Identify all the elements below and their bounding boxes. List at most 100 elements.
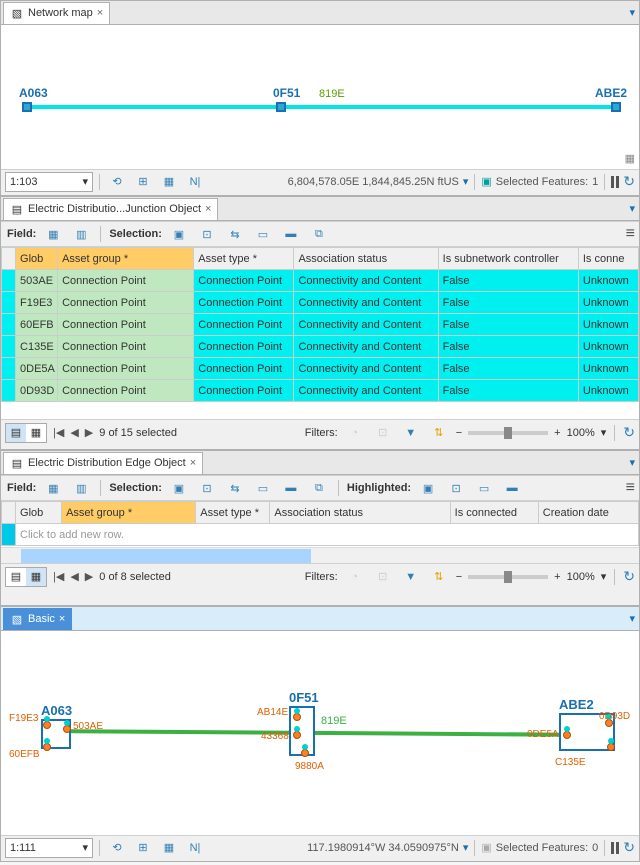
edge-line[interactable]	[55, 729, 585, 737]
col-asset-group[interactable]: Asset group *	[62, 502, 196, 524]
clear-icon[interactable]: ▭	[252, 224, 274, 244]
map1-canvas[interactable]: A063 0F51 819E ABE2 ▦	[1, 25, 639, 169]
calc-field-icon[interactable]: ▥	[70, 478, 92, 498]
col-asset-group[interactable]: Asset group *	[58, 248, 194, 270]
switch-icon[interactable]: ⇆	[224, 478, 246, 498]
refresh-icon[interactable]: ↻	[623, 173, 635, 190]
delete-icon[interactable]: ▬	[280, 478, 302, 498]
chevron-down-icon[interactable]: ▾	[629, 6, 635, 19]
hl-icon[interactable]: ▭	[473, 478, 495, 498]
pause-icon[interactable]	[611, 842, 619, 854]
pause-icon[interactable]	[611, 176, 619, 188]
junction-point[interactable]	[301, 749, 309, 757]
tab-edge[interactable]: ▤ Electric Distribution Edge Object ×	[3, 452, 203, 474]
clear-icon[interactable]: ▭	[252, 478, 274, 498]
refresh-icon[interactable]: ↻	[623, 839, 635, 856]
show-selected-icon[interactable]: ▦	[26, 568, 46, 586]
table-row[interactable]: C135EConnection PointConnection PointCon…	[2, 336, 639, 358]
junction-point[interactable]	[607, 743, 615, 751]
chevron-down-icon[interactable]: ▾	[629, 612, 635, 625]
select-by-attr-icon[interactable]: ▣	[168, 224, 190, 244]
snap-icon[interactable]: ▦	[158, 172, 180, 192]
hl-icon[interactable]: ▬	[501, 478, 523, 498]
grid-icon[interactable]: ⊞	[132, 838, 154, 858]
chevron-down-icon[interactable]: ▾	[463, 841, 469, 854]
chevron-down-icon[interactable]: ▾	[601, 426, 607, 439]
chevron-down-icon[interactable]: ▾	[82, 175, 88, 188]
show-selected-icon[interactable]: ▦	[26, 424, 46, 442]
close-icon[interactable]: ×	[205, 203, 211, 215]
table2-grid[interactable]: Glob Asset group * Asset type * Associat…	[1, 501, 639, 547]
map2-canvas[interactable]: 819E A0630F51ABE2F19E3503AE60EFBAB14E433…	[1, 631, 639, 835]
add-field-icon[interactable]: ▦	[42, 478, 64, 498]
node-A063[interactable]	[22, 102, 32, 112]
junction-point[interactable]	[293, 731, 301, 739]
view-toggle[interactable]: ▤ ▦	[5, 423, 47, 443]
h-scrollbar[interactable]	[1, 547, 639, 563]
zoom-to-icon[interactable]: ⊡	[196, 478, 218, 498]
first-icon[interactable]: |◀	[53, 570, 64, 583]
chevron-down-icon[interactable]: ▾	[463, 175, 469, 188]
junction-point[interactable]	[293, 713, 301, 721]
table-row[interactable]: 60EFBConnection PointConnection PointCon…	[2, 314, 639, 336]
junction-point[interactable]	[43, 743, 51, 751]
show-all-icon[interactable]: ▤	[6, 424, 26, 442]
first-icon[interactable]: |◀	[53, 426, 64, 439]
add-field-icon[interactable]: ▦	[42, 224, 64, 244]
rotate-icon[interactable]: ⟲	[106, 172, 128, 192]
tab-basic[interactable]: ▧ Basic ×	[3, 608, 72, 630]
junction-point[interactable]	[563, 731, 571, 739]
filter-icon[interactable]: ▼	[400, 423, 422, 443]
grid-icon[interactable]: ⊞	[132, 172, 154, 192]
row-handle-col[interactable]	[2, 248, 16, 270]
menu-icon[interactable]: ≡	[626, 479, 635, 497]
chevron-down-icon[interactable]: ▾	[601, 570, 607, 583]
chevron-down-icon[interactable]: ▾	[629, 202, 635, 215]
zoom-minus[interactable]: −	[456, 571, 462, 583]
next-icon[interactable]: ▶	[85, 426, 93, 439]
rotate-icon[interactable]: ⟲	[106, 838, 128, 858]
chevron-down-icon[interactable]: ▾	[629, 456, 635, 469]
next-icon[interactable]: ▶	[85, 570, 93, 583]
table-row[interactable]: 0D93DConnection PointConnection PointCon…	[2, 380, 639, 402]
junction-point[interactable]	[43, 721, 51, 729]
north-icon[interactable]: N|	[184, 838, 206, 858]
table1-grid[interactable]: Glob Asset group * Asset type * Associat…	[1, 247, 639, 419]
delete-icon[interactable]: ▬	[280, 224, 302, 244]
scale-input[interactable]: 1:103 ▾	[5, 172, 93, 192]
snap-icon[interactable]: ▦	[158, 838, 180, 858]
tab-network-map[interactable]: ▧ Network map ×	[3, 2, 110, 24]
col-connected[interactable]: Is conne	[578, 248, 638, 270]
close-icon[interactable]: ×	[190, 457, 196, 469]
close-icon[interactable]: ×	[97, 7, 103, 19]
filter-extent-icon[interactable]: ⊡	[372, 423, 394, 443]
zoom-to-icon[interactable]: ⊡	[196, 224, 218, 244]
col-assoc-status[interactable]: Association status	[294, 248, 438, 270]
filter-time-icon[interactable]: ◔	[344, 423, 366, 443]
sort-icon[interactable]: ⇅	[428, 567, 450, 587]
table-row[interactable]: F19E3Connection PointConnection PointCon…	[2, 292, 639, 314]
zoom-slider[interactable]	[468, 431, 548, 435]
col-connected[interactable]: Is connected	[450, 502, 538, 524]
calc-field-icon[interactable]: ▥	[70, 224, 92, 244]
copy-icon[interactable]: ⧉	[308, 224, 330, 244]
copy-icon[interactable]: ⧉	[308, 478, 330, 498]
edge-line[interactable]	[27, 105, 615, 109]
table-shortcut-icon[interactable]: ▦	[625, 152, 635, 165]
table-row[interactable]: 503AEConnection PointConnection PointCon…	[2, 270, 639, 292]
hl-icon[interactable]: ▣	[417, 478, 439, 498]
show-all-icon[interactable]: ▤	[6, 568, 26, 586]
node-ABE2[interactable]	[611, 102, 621, 112]
filter-icon[interactable]: ▼	[400, 567, 422, 587]
node-0F51[interactable]	[276, 102, 286, 112]
refresh-icon[interactable]: ↻	[623, 568, 635, 585]
prev-icon[interactable]: ◀	[70, 426, 78, 439]
chevron-down-icon[interactable]: ▾	[82, 841, 88, 854]
zoom-plus[interactable]: +	[554, 427, 560, 439]
menu-icon[interactable]: ≡	[626, 225, 635, 243]
col-creation[interactable]: Creation date	[538, 502, 638, 524]
add-row[interactable]: Click to add new row.	[2, 524, 639, 546]
filter-time-icon[interactable]: ◔	[344, 567, 366, 587]
scale-input[interactable]: 1:111 ▾	[5, 838, 93, 858]
zoom-plus[interactable]: +	[554, 571, 560, 583]
